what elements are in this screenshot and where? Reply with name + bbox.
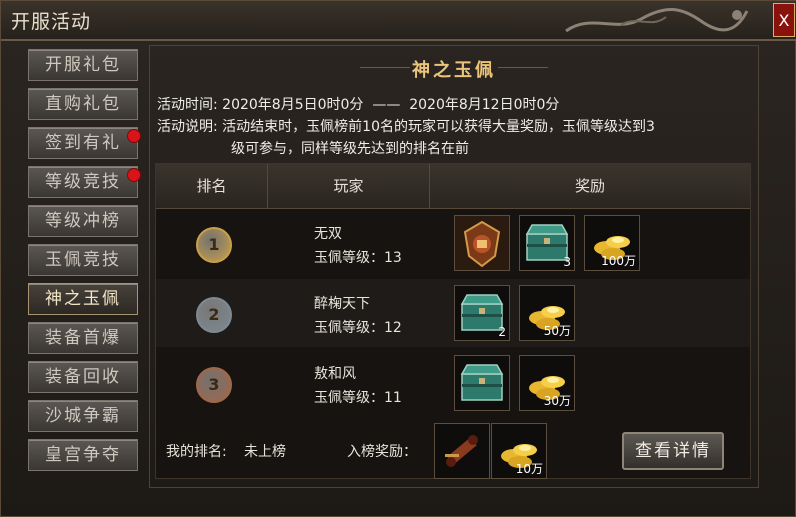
desc-label: 活动说明:	[157, 119, 218, 135]
header-rank: 排名	[156, 164, 268, 208]
player-name: 醉椈天下	[314, 296, 370, 312]
sidebar-item-10[interactable]: 皇宫争夺	[28, 439, 138, 471]
player-jade-level: 玉佩等级：13	[314, 250, 402, 266]
shield-item-icon	[455, 216, 509, 274]
reward-quantity: 10万	[515, 462, 543, 476]
sidebar: 开服礼包直购礼包签到有礼等级竞技等级冲榜玉佩竞技神之玉佩装备首爆装备回收沙城争霸…	[23, 45, 145, 483]
activity-desc: 活动说明: 活动结束时，玉佩榜前10名的玩家可以获得大量奖励，玉佩等级达到3	[157, 116, 655, 136]
table-header: 排名 玩家 奖励	[156, 164, 750, 209]
title-divider-right	[498, 67, 548, 68]
reward-item[interactable]: 50万	[519, 285, 575, 341]
reward-item[interactable]: 100万	[584, 215, 640, 271]
table-row: 3 敖和风玉佩等级：11 30万	[156, 349, 750, 417]
close-button[interactable]: X	[773, 3, 795, 37]
reward-item[interactable]	[454, 215, 510, 271]
activity-time: 活动时间: 2020年8月5日0时0分 —— 2020年8月12日0时0分	[157, 94, 559, 114]
my-rank-footer: 我的排名: 未上榜 入榜奖励： 10万 查看详情	[156, 423, 750, 479]
sidebar-item-4[interactable]: 等级冲榜	[28, 205, 138, 237]
entry-reward-item[interactable]: 10万	[491, 423, 547, 479]
dragon-ornament-icon	[565, 7, 749, 33]
window-title: 开服活动	[11, 11, 92, 33]
main-panel: 神之玉佩 活动时间: 2020年8月5日0时0分 —— 2020年8月12日0时…	[149, 45, 759, 488]
ranking-table: 排名 玩家 奖励 1 无双玉佩等级：13 3 100万 2 醉椈天下玉佩等级：12 2 50万…	[155, 163, 751, 479]
time-label: 活动时间:	[157, 97, 218, 113]
jade-chest-icon	[455, 364, 509, 414]
activity-window: 开服活动 X 开服礼包 直购礼包 签到有礼 等级竞技 等级冲榜 玉佩竞技 神之玉佩 装备首爆装…	[0, 0, 796, 517]
sidebar-item-9[interactable]: 沙城争霸	[28, 400, 138, 432]
table-row: 1 无双玉佩等级：13 3 100万	[156, 209, 750, 277]
time-value: 2020年8月5日0时0分 —— 2020年8月12日0时0分	[222, 97, 560, 113]
entry-reward-item[interactable]	[434, 423, 490, 479]
sidebar-item-2[interactable]: 签到有礼	[28, 127, 138, 159]
desc-line1: 活动结束时，玉佩榜前10名的玩家可以获得大量奖励，玉佩等级达到3	[222, 119, 655, 135]
sidebar-item-5[interactable]: 玉佩竞技	[28, 244, 138, 276]
rank-medal-icon: 1	[196, 227, 232, 263]
reward-item[interactable]: 3	[519, 215, 575, 271]
my-rank-label: 我的排名:	[166, 444, 227, 460]
reward-item[interactable]: 2	[454, 285, 510, 341]
header-reward: 奖励	[574, 177, 605, 195]
sidebar-item-0[interactable]: 开服礼包	[28, 49, 138, 81]
reward-quantity: 3	[563, 255, 571, 269]
table-row: 2 醉椈天下玉佩等级：12 2 50万	[156, 279, 750, 347]
entry-reward-label: 入榜奖励：	[347, 444, 417, 460]
my-rank-value: 未上榜	[244, 444, 286, 460]
player-name: 敖和风	[314, 366, 356, 382]
player-jade-level: 玉佩等级：11	[314, 390, 402, 406]
title-bar: 开服活动 X	[1, 1, 796, 41]
desc-line2: 级可参与，同样等级先达到的排名在前	[231, 141, 469, 157]
sidebar-item-8[interactable]: 装备回收	[28, 361, 138, 393]
sidebar-item-3[interactable]: 等级竞技	[28, 166, 138, 198]
notification-dot-icon	[127, 168, 141, 182]
reward-item[interactable]	[454, 355, 510, 411]
sidebar-item-7[interactable]: 装备首爆	[28, 322, 138, 354]
rank-medal-icon: 2	[196, 297, 232, 333]
reward-quantity: 2	[498, 325, 506, 339]
rank-medal-icon: 3	[196, 367, 232, 403]
player-name: 无双	[314, 226, 342, 242]
header-player: 玩家	[268, 164, 430, 208]
scroll-item-icon	[435, 435, 489, 482]
activity-title: 神之玉佩	[412, 60, 496, 81]
notification-dot-icon	[127, 129, 141, 143]
reward-quantity: 30万	[543, 394, 571, 408]
sidebar-item-6[interactable]: 神之玉佩	[28, 283, 138, 315]
player-jade-level: 玉佩等级：12	[314, 320, 402, 336]
view-details-button[interactable]: 查看详情	[622, 432, 724, 470]
sidebar-item-1[interactable]: 直购礼包	[28, 88, 138, 120]
reward-quantity: 50万	[543, 324, 571, 338]
reward-item[interactable]: 30万	[519, 355, 575, 411]
reward-quantity: 100万	[601, 254, 636, 268]
